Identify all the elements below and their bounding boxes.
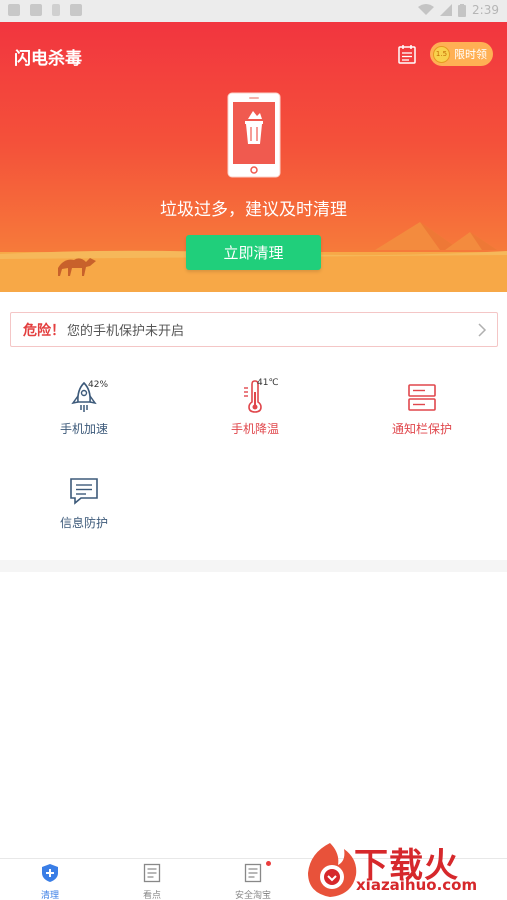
protection-warning[interactable]: 危险！ 您的手机保护未开启 xyxy=(10,312,498,347)
status-bar: 2:39 xyxy=(0,0,507,22)
limited-offer-button[interactable]: 1.5 限时领 xyxy=(430,42,493,66)
section-divider xyxy=(0,560,507,572)
message-icon xyxy=(70,478,98,505)
feature-notification-protect[interactable]: 通知栏保护 xyxy=(362,380,482,437)
shield-plus-icon xyxy=(42,864,58,882)
chevron-right-icon xyxy=(478,323,487,337)
calendar-icon[interactable] xyxy=(398,44,416,64)
signal-icon xyxy=(440,4,453,16)
hero-message: 垃圾过多，建议及时清理 xyxy=(160,200,347,220)
notification-icon xyxy=(30,4,42,16)
shop-icon xyxy=(244,863,262,883)
temperature-badge: 41℃ xyxy=(257,378,279,388)
tab-label: 清理 xyxy=(40,891,59,900)
feature-phone-cooling[interactable]: 41℃ 手机降温 xyxy=(195,378,315,437)
notification-icon xyxy=(408,384,436,411)
tab-label: 看点 xyxy=(142,891,161,900)
boost-percent-badge: 42% xyxy=(88,380,109,390)
status-time: 2:39 xyxy=(472,3,499,17)
tab-label: 安全淘宝 xyxy=(234,891,271,900)
coin-icon: 1.5 xyxy=(433,45,450,63)
app-title: 闪电杀毒 xyxy=(14,49,82,69)
feature-phone-boost[interactable]: 42% 手机加速 xyxy=(24,380,144,437)
feature-message-protect[interactable]: 信息防护 xyxy=(24,474,144,531)
battery-icon xyxy=(458,3,467,17)
notification-icon xyxy=(8,4,20,16)
unread-dot xyxy=(266,861,271,866)
news-icon xyxy=(143,863,161,883)
danger-label: 危险！ xyxy=(23,322,65,339)
clean-now-button[interactable]: 立即清理 xyxy=(186,235,321,270)
download-icon xyxy=(52,4,60,16)
phone-trash-illustration xyxy=(227,92,281,178)
hero-banner: 闪电杀毒 1.5 限时领 垃圾过多，建议及时清理 立即清理 xyxy=(0,22,507,292)
notification-icon xyxy=(70,4,82,16)
feature-label: 手机降温 xyxy=(230,422,279,436)
watermark-url: xiazaihuo.com xyxy=(356,876,478,894)
wifi-icon xyxy=(418,4,435,15)
tab-news[interactable]: 看点 xyxy=(122,863,182,900)
warning-text: 您的手机保护未开启 xyxy=(67,324,185,339)
tab-safe-shopping[interactable]: 安全淘宝 xyxy=(223,861,283,900)
feature-label: 通知栏保护 xyxy=(391,422,452,436)
feature-label: 手机加速 xyxy=(59,422,108,436)
feature-label: 信息防护 xyxy=(59,516,108,530)
limited-offer-label: 限时领 xyxy=(454,48,487,61)
tab-clean[interactable]: 清理 xyxy=(20,863,80,900)
